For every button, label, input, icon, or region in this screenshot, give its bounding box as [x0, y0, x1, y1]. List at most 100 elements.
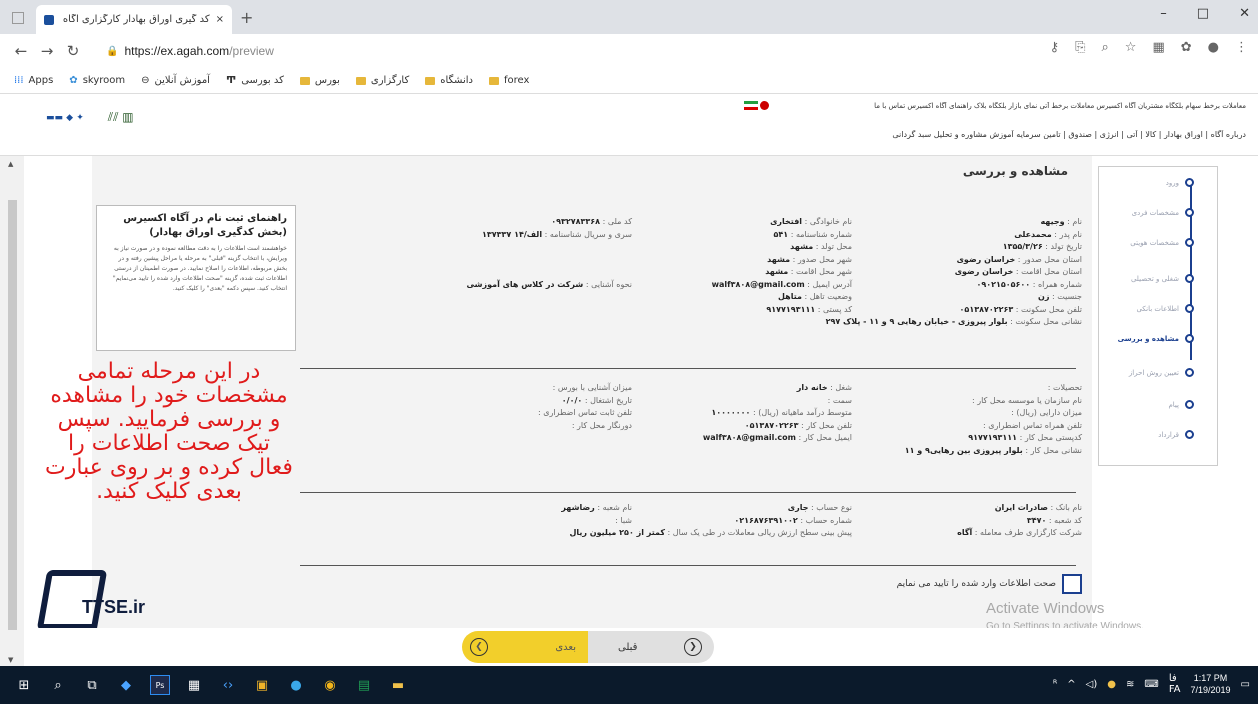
- step-item[interactable]: شغلی و تحصیلی: [1131, 274, 1194, 283]
- info-row: شهر محل صدور : مشهد: [612, 254, 852, 267]
- step-item[interactable]: پیام: [1168, 400, 1194, 409]
- top-menu[interactable]: معاملات برخط سهام بلکگاه مشتریان آگاه اک…: [770, 102, 1246, 110]
- step-item[interactable]: مشخصات فردی: [1132, 208, 1194, 217]
- step-dot-icon: [1185, 334, 1194, 343]
- zoom-icon[interactable]: ⌕: [1102, 40, 1109, 55]
- step-dot-icon: [1185, 368, 1194, 377]
- close-window-button[interactable]: ✕: [1239, 6, 1250, 21]
- step-item[interactable]: مشاهده و بررسی: [1118, 334, 1194, 343]
- field-label: میزان آشنایی با بورس :: [552, 383, 632, 392]
- favicon-icon: [44, 14, 54, 25]
- guide-box: راهنمای ثبت نام در آگاه اکسیرس (بخش کدگی…: [96, 205, 296, 351]
- next-button[interactable]: ❮ بعدی: [462, 631, 588, 663]
- bookmark-folder[interactable]: forex: [489, 75, 529, 86]
- info-row: شماره همراه : ۰۹۰۲۱۵۰۵۶۰۰: [842, 279, 1082, 292]
- step-item[interactable]: اطلاعات بانکی: [1136, 304, 1194, 313]
- telegram-icon[interactable]: ●: [286, 675, 306, 695]
- url-input[interactable]: 🔒 https://ex.agah.com/preview: [106, 40, 976, 62]
- photoshop-icon[interactable]: Ps: [150, 675, 170, 695]
- search-icon[interactable]: ⌕: [48, 675, 68, 695]
- folder-icon: [355, 76, 366, 85]
- field-label: آدرس ایمیل :: [804, 279, 852, 289]
- info-row: سری و سریال شناسنامه : الف/۱۴ ۱۳۷۳۳۷: [392, 229, 632, 242]
- reload-icon[interactable]: ↻: [60, 42, 86, 60]
- bookmark-skyroom[interactable]: ✿ skyroom: [69, 75, 125, 86]
- partner-logo: ⫽⫽ ▥: [107, 110, 134, 124]
- calendar-ext-icon[interactable]: ▦: [1152, 40, 1164, 55]
- tray-app-icon[interactable]: ●: [1107, 679, 1116, 690]
- bookmark-online[interactable]: ⊖ آموزش آنلاین: [141, 75, 210, 86]
- info-row: دورنگار محل کار :: [392, 420, 632, 433]
- bookmark-folder[interactable]: بورس: [299, 75, 340, 86]
- new-tab-button[interactable]: +: [240, 8, 253, 27]
- bookmark-folder[interactable]: کارگزاری: [355, 75, 409, 86]
- windows-start-icon[interactable]: ⊞: [14, 675, 34, 695]
- network-icon[interactable]: ≋: [1126, 679, 1134, 690]
- back-arrow-icon[interactable]: ←: [8, 42, 34, 60]
- bookmark-apps[interactable]: ⁞⁞⁞ Apps: [14, 75, 53, 86]
- step-item[interactable]: تعیین روش احراز: [1129, 368, 1194, 377]
- step-item[interactable]: ورود: [1166, 178, 1194, 187]
- translate-icon[interactable]: ⎘: [1075, 40, 1085, 55]
- key-icon[interactable]: ⚷: [1050, 40, 1060, 55]
- online-icon: ⊖: [141, 75, 150, 86]
- explorer-icon[interactable]: ▬: [388, 675, 408, 695]
- prev-button[interactable]: قبلی ❯: [588, 631, 714, 663]
- field-value: زن: [1038, 292, 1050, 301]
- field-value: خراسان رضوی: [956, 254, 1016, 264]
- task-view-icon[interactable]: ⧉: [82, 675, 102, 695]
- maximize-button[interactable]: □: [1197, 6, 1209, 21]
- bookmark-folder[interactable]: دانشگاه: [425, 75, 473, 86]
- browser-tab[interactable]: × کد گیری اوراق بهادار کارگزاری آگاه: [36, 5, 232, 34]
- notification-icon[interactable]: ▭: [1241, 679, 1250, 690]
- scrollbar-thumb[interactable]: [8, 200, 17, 630]
- scroll-down-icon[interactable]: ▼: [8, 656, 13, 664]
- field-label: پیش بینی سطح ارزش ریالی معاملات در طی یک…: [665, 528, 852, 537]
- lang-indicator[interactable]: فا FA: [1169, 673, 1181, 695]
- volume-icon[interactable]: ◁): [1086, 679, 1098, 690]
- clock[interactable]: 1:17 PM 7/19/2019: [1191, 672, 1231, 696]
- guide-body: خواهشمند است اطلاعات را به دقت مطالعه نم…: [112, 245, 287, 292]
- info-column: نام بانک : صادرات ایران کد شعبه : ۳۴۷۰ شرک…: [842, 502, 1082, 540]
- chevron-right-icon: ❯: [684, 638, 702, 656]
- field-value: ۰۵۱۳۸۷۰۲۲۶۳: [959, 304, 1014, 314]
- info-row: میزان آشنایی با بورس :: [392, 382, 632, 395]
- skyroom-ext-icon[interactable]: ✿: [1181, 40, 1192, 55]
- uk-flag-icon[interactable]: [760, 101, 769, 110]
- step-label: قرارداد: [1158, 430, 1179, 439]
- field-value: ۰۹۳۲۷۸۳۳۶۸: [551, 217, 601, 226]
- tray-expand-icon[interactable]: ^: [1067, 679, 1075, 690]
- bookmark-tse[interactable]: Ͳ کد بورسی: [226, 75, 284, 86]
- confirm-checkbox[interactable]: [1062, 574, 1082, 594]
- iran-flag-icon[interactable]: [744, 101, 758, 110]
- field-label: متوسط درآمد ماهیانه (ریال) :: [750, 408, 852, 417]
- agah-express-logo[interactable]: ▬▬ ◆ ✦: [46, 113, 84, 123]
- files-icon[interactable]: ▣: [252, 675, 272, 695]
- confirm-label: صحت اطلاعات وارد شده را تایید می نمایم: [896, 579, 1056, 589]
- people-icon[interactable]: ᴿ: [1053, 679, 1057, 690]
- confirm-row[interactable]: صحت اطلاعات وارد شده را تایید می نمایم: [897, 574, 1082, 594]
- info-row: [392, 241, 632, 254]
- field-label: شهر محل صدور :: [790, 254, 852, 264]
- extension-icons: ⚷ ⎘ ⌕ ☆ ▦ ✿ ● ⋮: [1050, 40, 1248, 55]
- app-icon[interactable]: ◆: [116, 675, 136, 695]
- calculator-icon[interactable]: ▦: [184, 675, 204, 695]
- forward-arrow-icon[interactable]: →: [34, 42, 60, 60]
- step-item[interactable]: قرارداد: [1158, 430, 1194, 439]
- keyboard-icon[interactable]: ⌨: [1144, 679, 1158, 690]
- tab-close-icon[interactable]: ×: [216, 14, 224, 25]
- minimize-button[interactable]: –: [1160, 6, 1167, 21]
- step-item[interactable]: مشخصات هویتی: [1130, 238, 1194, 247]
- step-dot-icon: [1185, 178, 1194, 187]
- main-menu[interactable]: درباره آگاه | اوراق بهادار | کالا | آتی …: [760, 130, 1246, 139]
- ttse-logo: TTSE.ir: [36, 568, 202, 632]
- scroll-up-icon[interactable]: ▲: [8, 160, 13, 168]
- window-controls: – □ ✕: [1160, 6, 1250, 21]
- profile-avatar[interactable]: ●: [1208, 40, 1219, 55]
- menu-kebab-icon[interactable]: ⋮: [1235, 40, 1248, 55]
- excel-icon[interactable]: ▤: [354, 675, 374, 695]
- star-icon[interactable]: ☆: [1125, 40, 1137, 55]
- field-label: نام سازمان یا موسسه محل کار :: [972, 395, 1082, 405]
- code-icon[interactable]: ‹›: [218, 675, 238, 695]
- chrome-icon[interactable]: ◉: [320, 675, 340, 695]
